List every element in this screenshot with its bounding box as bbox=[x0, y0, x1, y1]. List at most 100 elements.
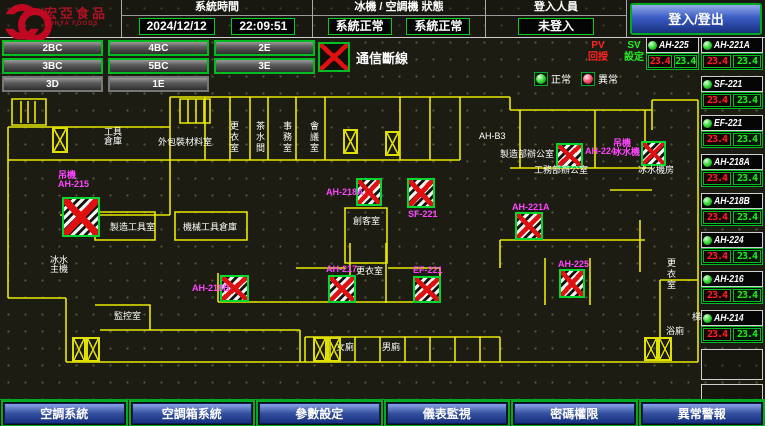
floor-button-2E[interactable]: 2E bbox=[214, 40, 315, 56]
logo-icon bbox=[4, 4, 40, 34]
room-label: 製造部辦公室 bbox=[500, 150, 554, 159]
unit-values: 23.423.4 bbox=[701, 287, 763, 304]
room-label: 事務室 bbox=[282, 121, 291, 154]
unit-sv-value: 23.4 bbox=[733, 289, 761, 302]
stair-cell bbox=[86, 337, 100, 362]
status-led bbox=[703, 41, 712, 50]
logo-name: 宏亞食品 bbox=[44, 8, 108, 19]
nav-segment: 密碼權限 bbox=[511, 400, 638, 426]
unit-values: 23.423.4 bbox=[701, 131, 763, 148]
floor-button-3BC[interactable]: 3BC bbox=[2, 58, 103, 74]
floor-button-2BC[interactable]: 2BC bbox=[2, 40, 103, 56]
floor-button-5BC[interactable]: 5BC bbox=[108, 58, 209, 74]
unit-AH-224[interactable]: AH-22423.423.4 bbox=[701, 232, 763, 265]
nav-segment: 空調系統 bbox=[1, 400, 128, 426]
unit-AH-218B[interactable]: AH-218B23.423.4 bbox=[701, 193, 763, 226]
floor-button-4BC[interactable]: 4BC bbox=[108, 40, 209, 56]
nav-button-異常警報[interactable]: 異常警報 bbox=[642, 403, 763, 424]
unit-name-row: AH-224 bbox=[701, 232, 763, 248]
ahu-comm-loss-AH-225[interactable] bbox=[559, 269, 585, 298]
login-user-value: 未登入 bbox=[518, 18, 594, 35]
unit-name: SF-221 bbox=[714, 79, 742, 90]
normal-label: 正常 bbox=[551, 71, 571, 86]
stair-icon bbox=[72, 337, 100, 362]
login-user-panel: 登入人員 未登入 bbox=[486, 0, 627, 37]
nav-button-密碼權限[interactable]: 密碼權限 bbox=[514, 403, 635, 424]
unit-EF-221[interactable]: EF-22123.423.4 bbox=[701, 115, 763, 148]
unit-AH-214[interactable]: AH-21423.423.4 bbox=[701, 310, 763, 343]
unit-AH-221A[interactable]: AH-221A23.423.4 bbox=[701, 37, 763, 70]
header-bar: 宏亞食品 HUNYA FOODS 系統時間 2024/12/12 22:09:5… bbox=[0, 0, 765, 38]
unit-sv-value: 23.4 bbox=[733, 133, 761, 146]
room-label: 監控室 bbox=[114, 312, 141, 321]
floor-button-3E[interactable]: 3E bbox=[214, 58, 315, 74]
unit-AH-216[interactable]: AH-21623.423.4 bbox=[701, 271, 763, 304]
floor-button-3D[interactable]: 3D bbox=[2, 76, 103, 92]
ahu-label: AH-218A bbox=[326, 188, 364, 197]
system-date-value: 2024/12/12 bbox=[139, 18, 215, 35]
unit-values: 23.423.4 bbox=[701, 170, 763, 187]
room-label: 會議室 bbox=[309, 121, 318, 154]
ahu-comm-loss-EF-221[interactable] bbox=[413, 276, 441, 303]
stair-cell bbox=[72, 337, 86, 362]
room-label: AH-B3 bbox=[479, 132, 506, 141]
stair-icon bbox=[313, 337, 341, 362]
unit-name-row: AH-218A bbox=[701, 154, 763, 170]
stair-cell bbox=[313, 337, 327, 362]
room-label: 創客室 bbox=[353, 217, 380, 226]
unit-name: AH-214 bbox=[714, 313, 744, 324]
floor-button-1E[interactable]: 1E bbox=[108, 76, 209, 92]
nav-button-空調箱系統[interactable]: 空調箱系統 bbox=[132, 403, 253, 424]
ahu-label: 吊機 AH-215 bbox=[58, 171, 89, 189]
floor-buttons: 2BC 4BC 2E 3BC 5BC 3E 3D 1E bbox=[2, 40, 315, 92]
nav-segment: 空調箱系統 bbox=[129, 400, 256, 426]
status-led bbox=[703, 236, 712, 245]
unit-sv-value: 23.4 bbox=[733, 328, 761, 341]
nav-button-參數設定[interactable]: 參數設定 bbox=[259, 403, 380, 424]
ahu-label: AH-217 bbox=[326, 265, 357, 274]
unit-pv-value: 23.4 bbox=[703, 55, 731, 68]
ahu-comm-loss-吊機-冰水機[interactable] bbox=[641, 141, 666, 166]
stair-icon bbox=[644, 337, 672, 361]
ahu-comm-loss-AH-217[interactable] bbox=[328, 275, 356, 303]
ahu-comm-loss-吊機-AH-215[interactable] bbox=[62, 197, 100, 237]
ahu-label: EF-221 bbox=[413, 266, 443, 275]
ahu-status-value: 系統正常 bbox=[406, 18, 470, 35]
comm-loss-label: 通信斷線 bbox=[356, 48, 408, 67]
room-label: 機械工具倉庫 bbox=[183, 223, 237, 232]
unit-name: AH-225 bbox=[659, 40, 689, 51]
unit-name-row: AH-214 bbox=[701, 310, 763, 326]
room-label: 工具 倉庫 bbox=[104, 128, 122, 146]
room-label: 冰水 主機 bbox=[50, 256, 68, 274]
status-led bbox=[703, 314, 712, 323]
ahu-comm-loss-AH-221A[interactable] bbox=[515, 212, 543, 240]
unit-featured[interactable]: AH-225 23.4 23.4 bbox=[646, 37, 699, 70]
unit-sv-value: 23.4 bbox=[733, 211, 761, 224]
nav-button-空調系統[interactable]: 空調系統 bbox=[4, 403, 125, 424]
unit-list: AH-221A23.423.4SF-22123.423.4EF-22123.42… bbox=[701, 37, 763, 419]
room-label: 男廁 bbox=[382, 343, 400, 352]
unit-name: AH-221A bbox=[714, 40, 750, 51]
ahu-label: AH-225 bbox=[558, 260, 589, 269]
room-label: 製造工具室 bbox=[110, 223, 155, 232]
login-logout-button[interactable]: 登入/登出 bbox=[630, 3, 762, 35]
status-led bbox=[703, 158, 712, 167]
unit-SF-221[interactable]: SF-22123.423.4 bbox=[701, 76, 763, 109]
unit-name-row: AH-221A bbox=[701, 37, 763, 53]
empty-slot bbox=[701, 349, 763, 380]
unit-AH-218A[interactable]: AH-218A23.423.4 bbox=[701, 154, 763, 187]
status-led bbox=[703, 119, 712, 128]
unit-pv-value: 23.4 bbox=[703, 172, 731, 185]
nav-button-儀表監視[interactable]: 儀表監視 bbox=[387, 403, 508, 424]
ahu-comm-loss-SF-221[interactable] bbox=[407, 178, 435, 208]
company-logo: 宏亞食品 HUNYA FOODS bbox=[0, 0, 122, 37]
stair-icon bbox=[343, 129, 358, 154]
unit-pv-value: 23.4 bbox=[703, 289, 731, 302]
abnormal-label: 異常 bbox=[598, 71, 618, 86]
comm-loss-legend: 通信斷線 bbox=[318, 42, 408, 72]
stair-cell bbox=[343, 129, 358, 154]
unit-values: 23.423.4 bbox=[701, 248, 763, 265]
status-led bbox=[703, 80, 712, 89]
system-time-value: 22:09:51 bbox=[231, 18, 295, 35]
ahu-label: 吊機 冰水機 bbox=[613, 139, 640, 157]
